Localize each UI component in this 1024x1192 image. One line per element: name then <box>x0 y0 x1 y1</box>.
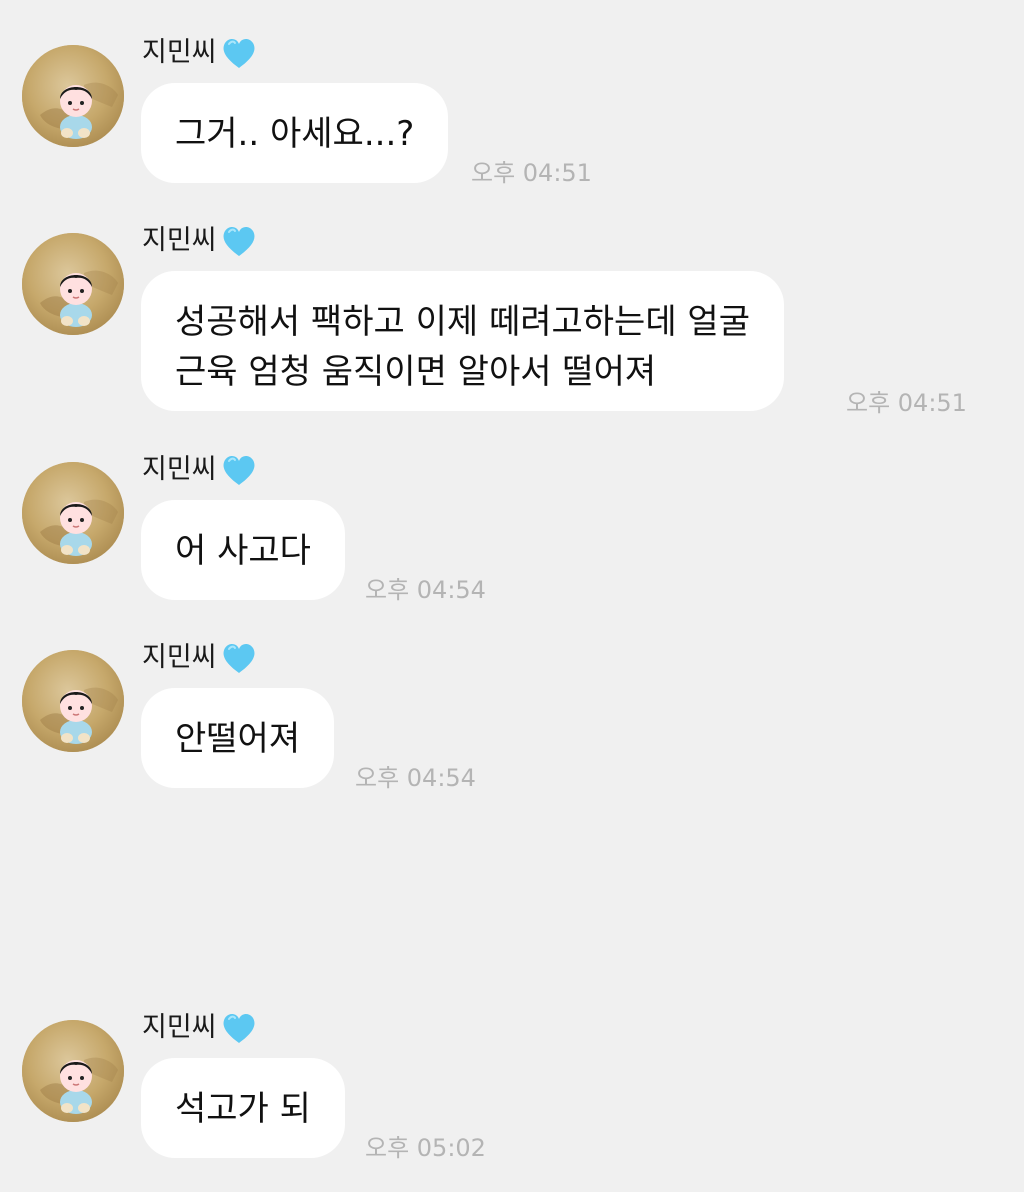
sender-name-label: 지민씨 <box>142 37 217 68</box>
heart-icon <box>219 450 259 490</box>
sender-name-label: 지민씨 <box>142 454 217 485</box>
avatar[interactable] <box>22 650 124 752</box>
message-timestamp: 오후 04:54 <box>355 764 476 792</box>
message-bubble[interactable]: 그거.. 아세요...? <box>141 83 449 183</box>
message-timestamp: 오후 04:54 <box>365 576 486 604</box>
message-timestamp: 오후 04:51 <box>846 389 967 417</box>
heart-icon <box>219 638 259 678</box>
message-bubble[interactable]: 석고가 되 <box>141 1058 345 1158</box>
sender-name: 지민씨 <box>142 1008 259 1048</box>
sender-name: 지민씨 <box>142 33 259 73</box>
message-bubble[interactable]: 안떨어져 <box>141 688 335 788</box>
sender-name: 지민씨 <box>142 638 259 678</box>
message-timestamp: 오후 05:02 <box>365 1134 486 1162</box>
message-timestamp: 오후 04:51 <box>471 159 592 187</box>
avatar[interactable] <box>22 1020 124 1122</box>
sender-name-label: 지민씨 <box>142 642 217 673</box>
heart-icon <box>219 1008 259 1048</box>
message-bubble[interactable]: 성공해서 팩하고 이제 떼려고하는데 얼굴 근육 엄청 움직이면 알아서 떨어져 <box>141 271 784 411</box>
sender-name: 지민씨 <box>142 450 259 490</box>
avatar[interactable] <box>22 233 124 335</box>
sender-name-label: 지민씨 <box>142 1012 217 1043</box>
avatar[interactable] <box>22 45 124 147</box>
avatar[interactable] <box>22 462 124 564</box>
message-bubble[interactable]: 어 사고다 <box>141 500 345 600</box>
heart-icon <box>219 221 259 261</box>
sender-name-label: 지민씨 <box>142 225 217 256</box>
sender-name: 지민씨 <box>142 221 259 261</box>
heart-icon <box>219 33 259 73</box>
